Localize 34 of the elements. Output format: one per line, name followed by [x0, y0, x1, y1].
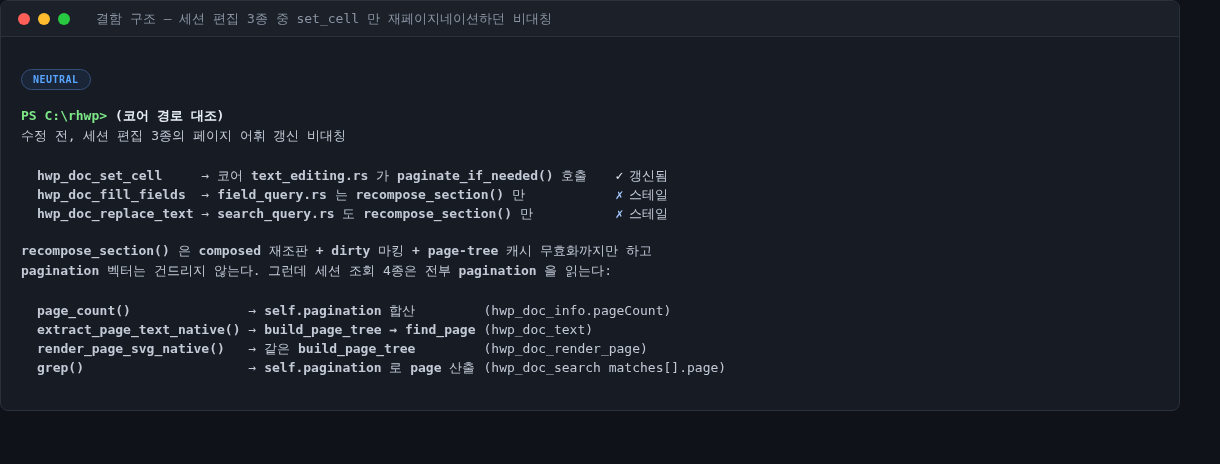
- window-title: 결함 구조 — 세션 편집 3종 중 set_cell 만 재페이지네이션하던 비대칭: [96, 9, 552, 28]
- function-name: extract_page_text_native(): [37, 321, 241, 339]
- status-text: 스테일: [629, 186, 669, 204]
- call-path: → build_page_tree → find_page: [248, 321, 476, 339]
- explanation-line: recompose_section() 은 composed 재조판 + dirty 마킹 + page-tree 캐시 무효화까지만 하고: [21, 242, 653, 261]
- tool-name: (hwp_doc_search matches[].page): [483, 359, 727, 377]
- call-path: → 같은 build_page_tree: [248, 340, 417, 358]
- status-mark: ✗: [615, 205, 624, 223]
- call-path: → search_query.rs 도 recompose_section() 만: [201, 205, 534, 223]
- status-mark: ✓: [615, 167, 624, 185]
- call-path: → self.pagination 로 page 산출: [248, 359, 476, 377]
- maximize-button[interactable]: [58, 12, 70, 25]
- call-path: → field_query.rs 는 recompose_section() 만: [201, 186, 526, 204]
- status-badge: NEUTRAL: [21, 69, 91, 90]
- prompt-path: PS C:\rhwp>: [21, 107, 108, 125]
- minimize-button[interactable]: [38, 12, 50, 25]
- status-text: 갱신됨: [629, 167, 669, 185]
- call-path: → self.pagination 합산: [248, 302, 417, 320]
- tool-name: (hwp_doc_info.pageCount): [483, 302, 673, 320]
- tool-name: (hwp_doc_render_page): [483, 340, 649, 358]
- status-text: 스테일: [629, 205, 669, 223]
- function-name: hwp_doc_set_cell: [37, 167, 164, 185]
- subtitle-text: 수정 전, 세션 편집 3종의 페이지 어휘 갱신 비대칭: [21, 127, 348, 145]
- tool-name: (hwp_doc_text): [483, 321, 595, 339]
- function-name: page_count(): [37, 302, 132, 320]
- close-button[interactable]: [18, 12, 30, 25]
- status-mark: ✗: [615, 186, 624, 204]
- function-name: grep(): [37, 359, 85, 377]
- function-name: hwp_doc_fill_fields: [37, 186, 187, 204]
- prompt-command: (코어 경로 대조): [115, 107, 225, 125]
- function-name: hwp_doc_replace_text: [37, 205, 194, 223]
- function-name: render_page_svg_native(): [37, 340, 226, 358]
- call-path: → 코어 text_editing.rs 가 paginate_if_needed() 호출: [201, 167, 588, 185]
- explanation-line: pagination 벡터는 건드리지 않는다. 그런데 세션 조회 4종은 전부 pagination 을 읽는다:: [21, 262, 614, 280]
